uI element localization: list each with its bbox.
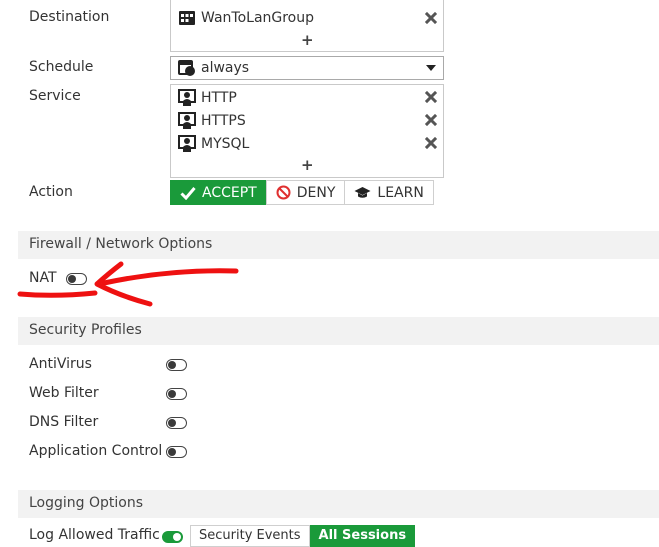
service-label: Service <box>29 88 81 104</box>
add-destination-button[interactable]: + <box>301 33 314 48</box>
service-icon <box>178 135 196 152</box>
toggle-knob <box>168 419 176 427</box>
schedule-label: Schedule <box>29 59 94 75</box>
service-field[interactable]: HTTP HTTPS MYSQL + <box>170 84 444 178</box>
security-section-title: Security Profiles <box>29 322 142 338</box>
log-allowed-traffic-toggle[interactable] <box>162 531 183 543</box>
nat-label: NAT <box>29 270 57 286</box>
application-control-label: Application Control <box>29 443 163 459</box>
service-entry-name: HTTPS <box>201 113 246 129</box>
schedule-icon <box>178 60 195 76</box>
toggle-knob <box>68 275 76 283</box>
toggle-knob <box>168 390 176 398</box>
destination-entry-name: WanToLanGroup <box>201 10 315 26</box>
log-allowed-traffic-label: Log Allowed Traffic <box>29 527 160 543</box>
antivirus-label: AntiVirus <box>29 356 92 372</box>
antivirus-toggle[interactable] <box>166 359 187 371</box>
nat-toggle[interactable] <box>66 273 87 285</box>
action-toggle-group: ACCEPT DENY LEARN <box>170 180 434 205</box>
dns-filter-toggle[interactable] <box>166 417 187 429</box>
service-entry: MYSQL <box>178 134 249 154</box>
chevron-down-icon[interactable] <box>426 65 436 71</box>
service-icon <box>178 89 196 106</box>
toggle-knob <box>168 448 176 456</box>
deny-icon <box>276 185 291 200</box>
application-control-toggle[interactable] <box>166 446 187 458</box>
remove-service-icon[interactable] <box>425 91 437 103</box>
address-group-icon <box>179 11 195 25</box>
web-filter-toggle[interactable] <box>166 388 187 400</box>
toggle-knob <box>173 533 181 541</box>
destination-label: Destination <box>29 9 110 25</box>
service-entry: HTTPS <box>178 111 246 131</box>
firewall-section-title: Firewall / Network Options <box>29 236 213 252</box>
logging-section-header: Logging Options <box>18 490 659 518</box>
web-filter-label: Web Filter <box>29 385 99 401</box>
remove-service-icon[interactable] <box>425 114 437 126</box>
firewall-section-header: Firewall / Network Options <box>18 231 659 259</box>
security-section-header: Security Profiles <box>18 317 659 345</box>
service-entry-name: HTTP <box>201 90 237 106</box>
service-icon <box>178 112 196 129</box>
schedule-value: always <box>178 58 249 78</box>
service-entry-name: MYSQL <box>201 136 250 152</box>
security-events-button[interactable]: Security Events <box>190 525 310 547</box>
toggle-knob <box>168 361 176 369</box>
schedule-select[interactable]: always <box>170 56 444 80</box>
action-label: Action <box>29 184 73 200</box>
add-service-button[interactable]: + <box>301 158 314 173</box>
checkmark-icon <box>180 186 196 200</box>
deny-button-label: DENY <box>296 184 336 201</box>
accept-button-label: ACCEPT <box>202 184 257 201</box>
all-sessions-button[interactable]: All Sessions <box>309 525 416 547</box>
log-mode-segmented-control: Security Events All Sessions <box>190 525 416 547</box>
logging-section-title: Logging Options <box>29 495 144 511</box>
learn-button-label: LEARN <box>377 184 424 201</box>
deny-button[interactable]: DENY <box>265 180 346 205</box>
dns-filter-label: DNS Filter <box>29 414 99 430</box>
learn-button[interactable]: LEARN <box>344 180 434 205</box>
remove-destination-icon[interactable] <box>425 12 437 24</box>
destination-entry: WanToLanGroup <box>178 8 314 28</box>
accept-button[interactable]: ACCEPT <box>170 180 267 205</box>
service-entry: HTTP <box>178 88 237 108</box>
remove-service-icon[interactable] <box>425 137 437 149</box>
destination-field[interactable]: WanToLanGroup + <box>170 0 444 52</box>
graduation-cap-icon <box>354 186 371 198</box>
schedule-value-text: always <box>201 60 250 76</box>
